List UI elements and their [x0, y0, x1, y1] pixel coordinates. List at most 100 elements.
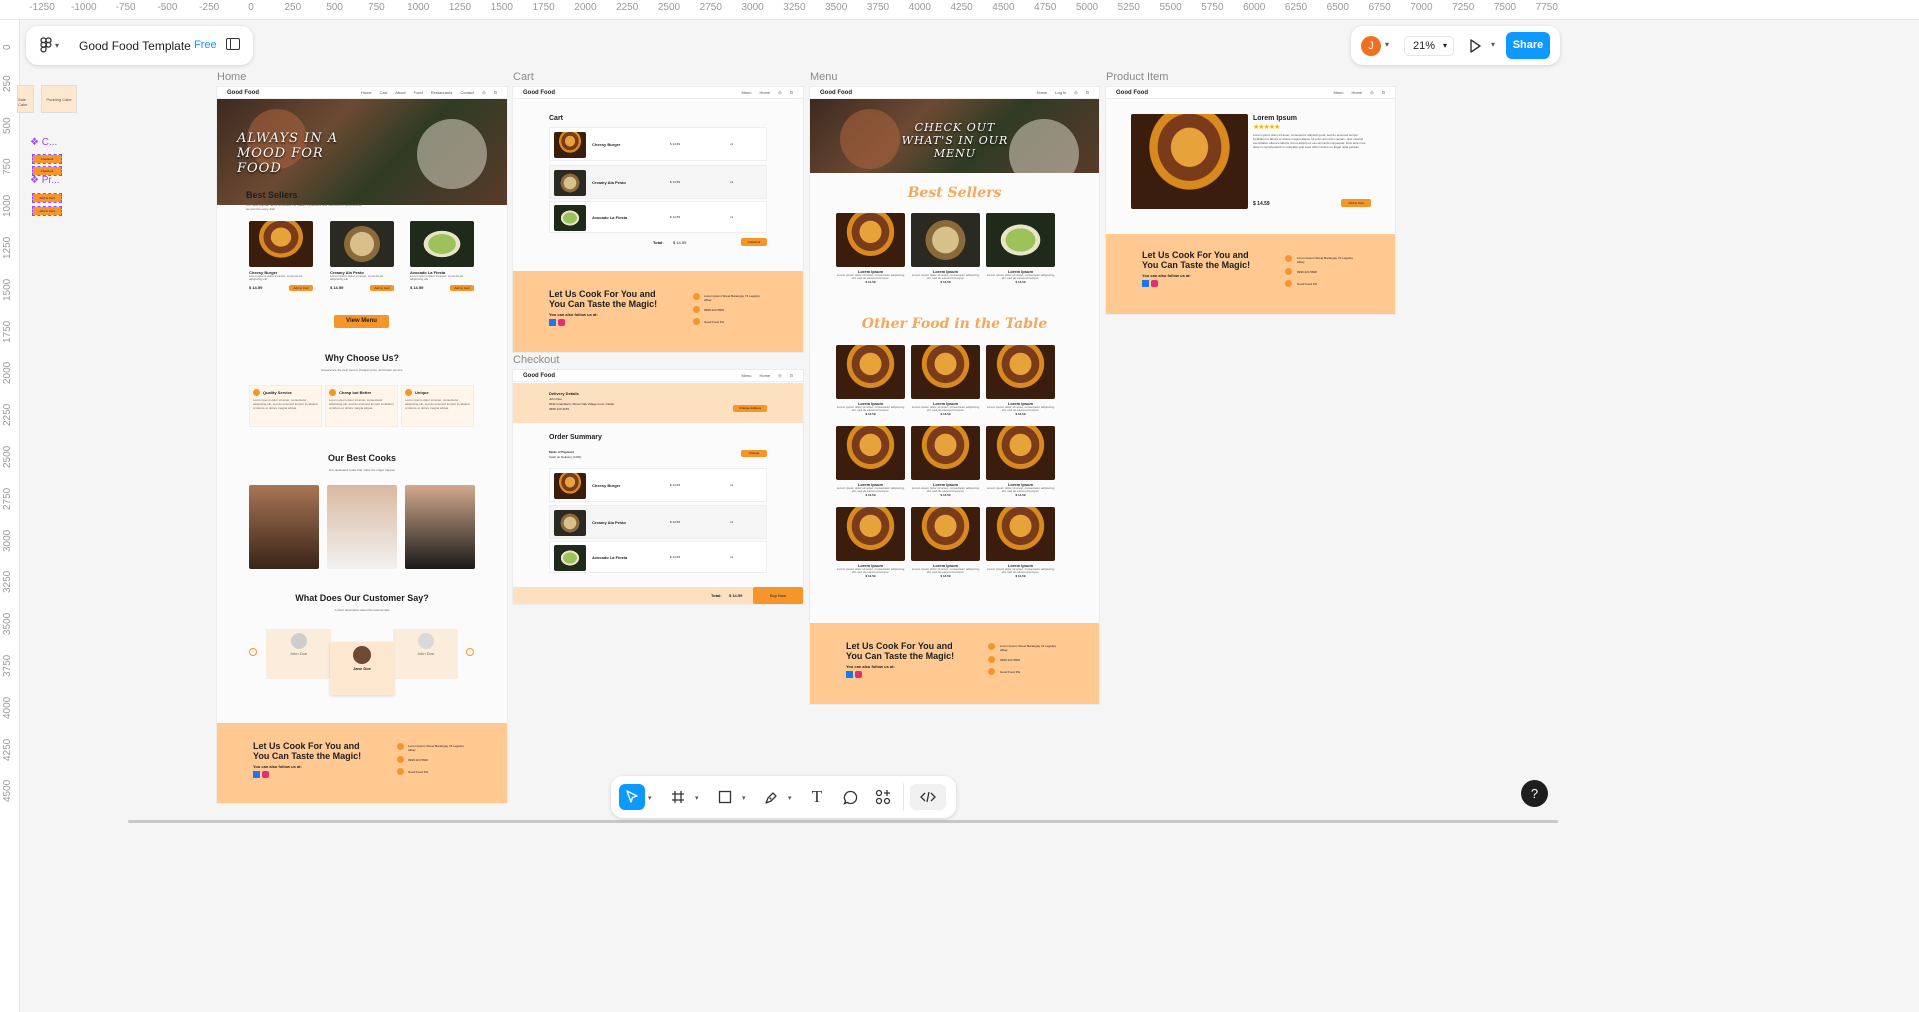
- frame-label-product[interactable]: Product Item: [1106, 71, 1168, 83]
- menu-item-card[interactable]: Lorem Ipsum Lorem ipsum dolor sit amet, c…: [836, 345, 905, 416]
- cart-row[interactable]: Avocado La Fiesta $ 14.59 x1: [549, 201, 767, 233]
- add-to-cart-variant-2[interactable]: Add to Cart: [32, 206, 62, 216]
- instagram-icon[interactable]: [262, 771, 269, 778]
- text-tool-icon[interactable]: T: [804, 784, 830, 810]
- user-avatar[interactable]: J: [1361, 36, 1381, 56]
- frame-label-cart[interactable]: Cart: [513, 71, 534, 83]
- comment-tool-button[interactable]: [837, 784, 863, 810]
- add-to-cart-variant-1[interactable]: Add to Cart: [32, 193, 62, 203]
- user-icon[interactable]: ◎: [778, 373, 782, 378]
- add-to-cart-button[interactable]: Add to Cart: [1341, 199, 1371, 207]
- component-set-1[interactable]: ❖ C...: [30, 137, 57, 148]
- ruler-tick-label: 2750: [2, 487, 13, 510]
- present-play-icon[interactable]: [1469, 39, 1481, 53]
- menu-item-card[interactable]: Lorem Ipsum Lorem ipsum dolor sit amet, c…: [986, 213, 1055, 284]
- product-card[interactable]: Creamy Ala Pesto Lorem ipsum dolor sit a…: [330, 221, 394, 298]
- menu-item-card[interactable]: Lorem Ipsum Lorem ipsum dolor sit amet, c…: [911, 426, 980, 497]
- ruler-tick-label: 4000: [908, 2, 931, 13]
- nav-link[interactable]: Home: [361, 90, 372, 95]
- menu-item-card[interactable]: Lorem Ipsum Lorem ipsum dolor sit amet, c…: [986, 345, 1055, 416]
- menu-item-card[interactable]: Lorem Ipsum Lorem ipsum dolor sit amet, c…: [986, 426, 1055, 497]
- cart-icon[interactable]: ⊡: [790, 90, 793, 95]
- chevron-down-icon[interactable]: ▾: [695, 794, 699, 802]
- cart-row[interactable]: Creamy Ala Pesto $ 14.59 x1: [549, 165, 767, 199]
- menu-item-card[interactable]: Lorem Ipsum Lorem ipsum dolor sit amet, c…: [836, 507, 905, 578]
- cart-row[interactable]: Cheesy Burger $ 14.59 x1: [549, 127, 767, 161]
- move-tool-button[interactable]: [619, 784, 645, 810]
- cart-icon[interactable]: ⊡: [1382, 90, 1385, 95]
- facebook-icon[interactable]: [846, 671, 853, 678]
- component-set-2[interactable]: ❖ Pr...: [30, 175, 60, 186]
- dev-mode-toggle[interactable]: [910, 784, 946, 810]
- checkout-button-variant-1[interactable]: Checkout: [32, 154, 62, 164]
- menu-item-card[interactable]: Lorem Ipsum Lorem ipsum dolor sit amet, c…: [986, 507, 1055, 578]
- frame-label-menu[interactable]: Menu: [810, 71, 838, 83]
- user-icon[interactable]: ◎: [1074, 90, 1078, 95]
- instagram-icon[interactable]: [1151, 280, 1158, 287]
- cart-icon[interactable]: ⊡: [1086, 90, 1089, 95]
- facebook-page-icon: [988, 668, 995, 675]
- user-icon[interactable]: ◎: [1370, 90, 1374, 95]
- buy-now-button[interactable]: Buy Now: [753, 587, 803, 604]
- left-frame-thumb-1[interactable]: Sale Cake: [17, 85, 34, 113]
- chevron-down-icon[interactable]: ▾: [648, 794, 652, 802]
- facebook-icon[interactable]: [549, 319, 556, 326]
- home-frame[interactable]: Good Food Home Cart About Food Restaurants Co…: [217, 87, 507, 803]
- product-card[interactable]: Cheesy Burger Lorem ipsum dolor sit amet…: [249, 221, 313, 298]
- user-icon[interactable]: ◎: [482, 90, 486, 95]
- change-address-button[interactable]: Change Address: [733, 405, 767, 412]
- chevron-down-icon[interactable]: ▾: [788, 794, 792, 802]
- horizontal-scrollbar[interactable]: [128, 820, 1558, 823]
- frame-label-checkout[interactable]: Checkout: [513, 354, 559, 366]
- menu-item-card[interactable]: Lorem Ipsum Lorem ipsum dolor sit amet, c…: [911, 345, 980, 416]
- cart-frame[interactable]: Good Food Menu Home ◎ ⊡ Cart Cheesy Burger $ …: [513, 87, 803, 352]
- menu-item-card[interactable]: Lorem Ipsum Lorem ipsum dolor sit amet, c…: [911, 213, 980, 284]
- pen-tool-button[interactable]: [758, 784, 784, 810]
- product-card[interactable]: Avocado La Fiesta Lorem ipsum dolor sit …: [410, 221, 474, 298]
- checkout-button[interactable]: Checkout: [741, 238, 767, 246]
- chevron-down-icon[interactable]: ▾: [742, 794, 746, 802]
- add-to-cart-button[interactable]: Add to Cart: [289, 285, 313, 291]
- carousel-next-icon[interactable]: ›: [466, 648, 474, 656]
- plan-badge[interactable]: Free: [194, 39, 217, 51]
- nav-link[interactable]: Food: [414, 90, 423, 95]
- actions-tool-button[interactable]: [870, 784, 896, 810]
- zoom-dropdown[interactable]: 21% ▾: [1404, 36, 1454, 56]
- add-to-cart-button[interactable]: Add to Cart: [370, 285, 394, 291]
- menu-item-price: $ 14.59: [1015, 280, 1026, 284]
- avatar: [353, 646, 371, 664]
- chevron-down-icon[interactable]: ▾: [1385, 40, 1389, 49]
- sidebar-toggle-icon[interactable]: [226, 38, 240, 50]
- frame-label-home[interactable]: Home: [217, 71, 246, 83]
- instagram-icon[interactable]: [855, 671, 862, 678]
- nav-link[interactable]: About: [395, 90, 405, 95]
- carousel-prev-icon[interactable]: ‹: [249, 648, 257, 656]
- main-menu-button[interactable]: ▾: [40, 37, 59, 53]
- nav-link[interactable]: Restaurants: [431, 90, 453, 95]
- cart-icon[interactable]: ⊡: [790, 373, 793, 378]
- product-frame[interactable]: Good Food Menu Home ◎ ⊡ Lorem Ipsum ★★★★★ Lo…: [1106, 87, 1395, 314]
- chevron-down-icon[interactable]: ▾: [1491, 40, 1495, 49]
- view-menu-button[interactable]: View Menu: [334, 315, 389, 328]
- checkout-frame[interactable]: Good Food Menu Home ◎ ⊡ Delivery Details Joh…: [513, 370, 803, 604]
- frame-tool-button[interactable]: [665, 784, 691, 810]
- add-to-cart-button[interactable]: Add to Cart: [450, 285, 474, 291]
- menu-item-card[interactable]: Lorem Ipsum Lorem ipsum dolor sit amet, c…: [911, 507, 980, 578]
- checkout-button-variant-2[interactable]: Checkout: [32, 166, 62, 176]
- shape-tool-button[interactable]: [712, 784, 738, 810]
- file-title[interactable]: Good Food Template: [79, 39, 191, 53]
- menu-item-card[interactable]: Lorem Ipsum Lorem ipsum dolor sit amet, c…: [836, 426, 905, 497]
- menu-frame[interactable]: Good Food Home Log in ◎ ⊡ CHECK OUT WHAT'S I…: [810, 87, 1099, 704]
- change-payment-button[interactable]: Change: [741, 450, 767, 457]
- left-frame-thumb-2[interactable]: Pudding Cake: [41, 85, 77, 113]
- facebook-icon[interactable]: [1142, 280, 1149, 287]
- instagram-icon[interactable]: [558, 319, 565, 326]
- menu-item-card[interactable]: Lorem Ipsum Lorem ipsum dolor sit amet, c…: [836, 213, 905, 284]
- user-icon[interactable]: ◎: [778, 90, 782, 95]
- cart-icon[interactable]: ⊡: [494, 90, 497, 95]
- nav-link[interactable]: Contact: [460, 90, 474, 95]
- facebook-icon[interactable]: [253, 771, 260, 778]
- share-button[interactable]: Share: [1506, 32, 1550, 59]
- help-button[interactable]: ?: [1521, 780, 1548, 807]
- nav-link[interactable]: Cart: [380, 90, 388, 95]
